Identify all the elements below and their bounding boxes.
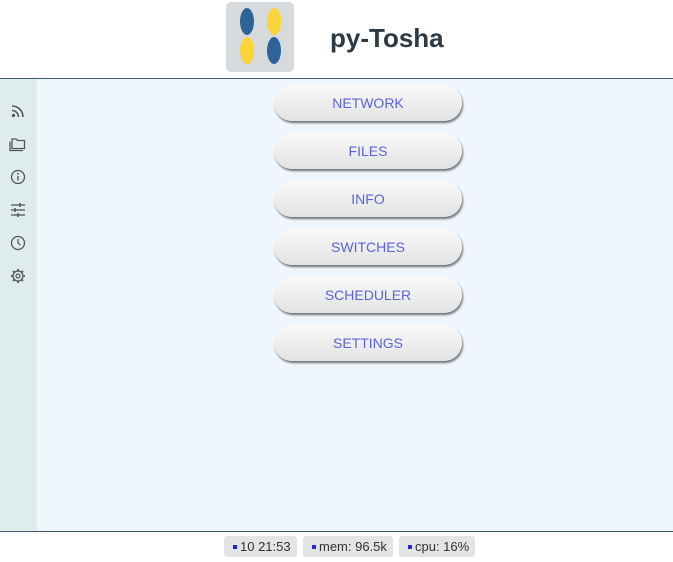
status-dot-icon <box>312 544 316 549</box>
logo-oval-yellow <box>267 8 281 35</box>
sidebar-item-files[interactable] <box>9 135 27 153</box>
sidebar-item-switches[interactable] <box>9 201 27 219</box>
status-dot-icon <box>408 544 412 549</box>
scheduler-button[interactable]: SCHEDULER <box>274 277 462 313</box>
settings-button[interactable]: SETTINGS <box>274 325 462 361</box>
python-logo <box>226 2 294 72</box>
info-button[interactable]: INFO <box>274 181 462 217</box>
rss-icon <box>10 103 26 119</box>
status-mem-text: mem: 96.5k <box>319 539 387 554</box>
sidebar-item-scheduler[interactable] <box>9 234 27 252</box>
status-dot-icon <box>233 544 237 549</box>
status-time-text: 10 21:53 <box>240 539 291 554</box>
network-button[interactable]: NETWORK <box>274 85 462 121</box>
switches-button[interactable]: SWITCHES <box>274 229 462 265</box>
sidebar-item-info[interactable] <box>9 168 27 186</box>
logo-oval-blue <box>267 37 281 64</box>
app-header: py-Tosha <box>0 0 673 79</box>
info-icon <box>10 169 26 185</box>
sidebar-item-network[interactable] <box>9 102 27 120</box>
logo-oval-blue <box>240 8 254 35</box>
status-mem: mem: 96.5k <box>303 536 393 557</box>
files-button[interactable]: FILES <box>274 133 462 169</box>
clock-icon <box>10 235 26 251</box>
sidebar <box>0 79 37 531</box>
folders-icon <box>9 136 27 152</box>
status-cpu-text: cpu: 16% <box>415 539 470 554</box>
logo-oval-yellow <box>240 37 254 64</box>
sidebar-item-settings[interactable] <box>9 267 27 285</box>
sliders-icon <box>10 202 26 218</box>
status-cpu: cpu: 16% <box>399 536 476 557</box>
gear-icon <box>10 268 26 284</box>
app-title: py-Tosha <box>330 23 444 53</box>
status-bar: 10 21:53 mem: 96.5k cpu: 16% <box>0 531 673 562</box>
status-time: 10 21:53 <box>224 536 297 557</box>
main-panel: NETWORK FILES INFO SWITCHES SCHEDULER SE… <box>37 79 673 531</box>
